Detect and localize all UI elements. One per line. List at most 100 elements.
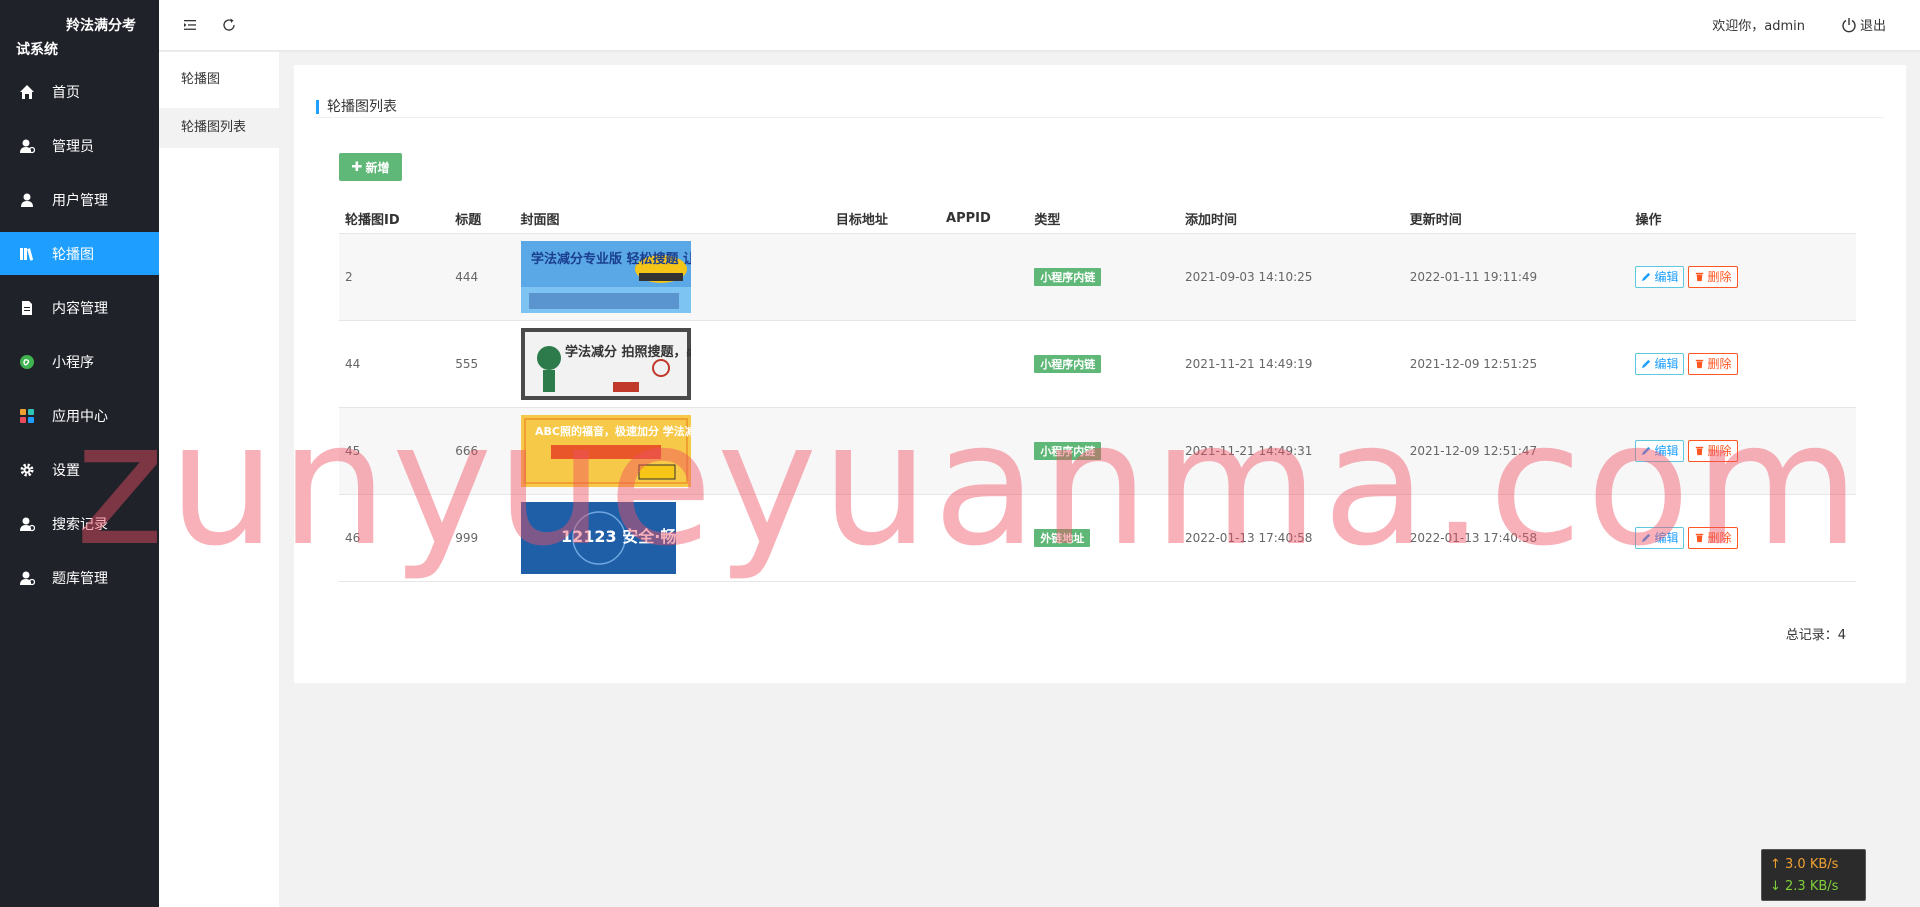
miniprogram-icon (18, 353, 36, 371)
carousel-icon (18, 245, 36, 263)
sidebar-item-apps[interactable]: 应用中心 (0, 394, 159, 437)
cell-updated: 2021-12-09 12:51:47 (1403, 407, 1630, 495)
cell-cover: 学法减分 拍照搜题，必加6分 (514, 320, 830, 408)
download-speed: ↓ 2.3 KB/s (1770, 876, 1857, 898)
type-badge: 外链地址 (1034, 528, 1091, 547)
delete-label: 删除 (1707, 444, 1732, 458)
col-header: 封面图 (514, 205, 830, 234)
cover-text: 学法减分专业版 轻松搜题 让你的驾照满分复活 (531, 251, 691, 267)
sidebar-item-label: 用户管理 (52, 192, 108, 209)
table-row: 46 999 12123 安全·畅通 外链地址 2022-01-13 17:40… (339, 494, 1856, 582)
cover-text: 12123 安全·畅通 (561, 527, 676, 546)
home-icon (18, 83, 36, 101)
col-header: 添加时间 (1178, 205, 1404, 234)
type-badge: 小程序内链 (1034, 267, 1102, 286)
delete-button[interactable]: 删除 (1688, 439, 1738, 462)
brand-line-2: 试系统 (16, 42, 58, 58)
edit-label: 编辑 (1654, 357, 1679, 371)
cell-type: 外链地址 (1028, 494, 1179, 582)
edit-button[interactable]: 编辑 (1635, 265, 1685, 288)
sidebar-item-label: 小程序 (52, 354, 94, 371)
cell-appid (940, 407, 1029, 495)
cell-actions: 编辑 删除 (1629, 233, 1856, 321)
trash-icon (1696, 359, 1704, 369)
cell-target (829, 233, 941, 321)
table-header-row: 轮播图ID 标题 封面图 目标地址 APPID 类型 添加时间 更新时间 操作 (339, 205, 1856, 234)
delete-button[interactable]: 删除 (1688, 265, 1738, 288)
submenu-item-carousel-list[interactable]: 轮播图列表 (159, 108, 279, 148)
sidebar-item-home[interactable]: 首页 (0, 70, 159, 113)
edit-label: 编辑 (1654, 531, 1679, 545)
top-header: 欢迎你，admin 退出 (159, 0, 1920, 51)
pencil-icon (1642, 272, 1651, 282)
sidebar-item-label: 内容管理 (52, 300, 108, 317)
total-records: 总记录：4 (1785, 628, 1846, 643)
user-icon (18, 191, 36, 209)
sidebar-item-label: 应用中心 (52, 408, 108, 425)
logout-button[interactable]: 退出 (1841, 15, 1886, 34)
carousel-table: 轮播图ID 标题 封面图 目标地址 APPID 类型 添加时间 更新时间 操作 … (339, 205, 1856, 582)
delete-button[interactable]: 删除 (1688, 352, 1738, 375)
edit-button[interactable]: 编辑 (1635, 352, 1685, 375)
cell-id: 2 (339, 233, 450, 321)
apps-icon (18, 407, 36, 425)
col-header: 标题 (449, 205, 515, 234)
brand-line-1: 羚法满分考 (66, 18, 136, 34)
add-button-label: 新增 (365, 160, 390, 175)
cell-title: 444 (449, 233, 515, 321)
edit-label: 编辑 (1654, 270, 1679, 284)
sidebar-item-label: 题库管理 (52, 570, 108, 587)
sidebar-item-search-records[interactable]: 搜索记录 (0, 502, 159, 545)
cell-appid (940, 233, 1029, 321)
collapse-menu-icon[interactable] (180, 15, 200, 35)
type-badge: 小程序内链 (1034, 441, 1102, 460)
sidebar-item-admin[interactable]: 管理员 (0, 124, 159, 167)
edit-button[interactable]: 编辑 (1635, 526, 1685, 549)
add-button[interactable]: ✚ 新增 (339, 153, 402, 181)
network-speed-widget: ↑ 3.0 KB/s ↓ 2.3 KB/s (1761, 849, 1866, 901)
cell-updated: 2021-12-09 12:51:25 (1403, 320, 1630, 408)
sidebar-item-settings[interactable]: 设置 (0, 448, 159, 491)
sidebar-item-question-bank[interactable]: 题库管理 (0, 556, 159, 599)
plus-icon: ✚ (351, 159, 363, 175)
trash-icon (1696, 533, 1704, 543)
app-brand: 羚法满分考 试系统 (0, 0, 159, 70)
table-row: 45 666 ABC照的福音，极速加分 学法减分，一次就过 小程序内链 2021… (339, 407, 1856, 495)
cell-target (829, 407, 941, 495)
upload-arrow-icon: ↑ (1770, 857, 1786, 872)
delete-label: 删除 (1707, 531, 1732, 545)
document-icon (18, 299, 36, 317)
edit-button[interactable]: 编辑 (1635, 439, 1685, 462)
sidebar-item-miniprogram[interactable]: 小程序 (0, 340, 159, 383)
cover-image: ABC照的福音，极速加分 学法减分，一次就过 (520, 414, 691, 487)
col-header: 类型 (1028, 205, 1179, 234)
col-header: 轮播图ID (339, 205, 450, 234)
col-header: APPID (940, 205, 1029, 234)
page-title: 轮播图列表 (327, 99, 397, 115)
pencil-icon (1642, 533, 1651, 543)
upload-speed-value: 3.0 KB/s (1785, 857, 1839, 872)
edit-label: 编辑 (1654, 444, 1679, 458)
upload-speed: ↑ 3.0 KB/s (1770, 854, 1857, 876)
gear-icon (18, 461, 36, 479)
cell-appid (940, 320, 1029, 408)
refresh-icon[interactable] (219, 15, 239, 35)
sidebar-item-carousel[interactable]: 轮播图 (0, 232, 159, 275)
submenu-title: 轮播图 (181, 72, 221, 87)
cell-appid (940, 494, 1029, 582)
title-accent-bar (316, 100, 319, 114)
delete-button[interactable]: 删除 (1688, 526, 1738, 549)
cover-image: 学法减分专业版 轻松搜题 让你的驾照满分复活 (520, 240, 691, 313)
power-icon (1842, 17, 1856, 32)
sidebar-item-users[interactable]: 用户管理 (0, 178, 159, 221)
cover-image: 12123 安全·畅通 (520, 501, 676, 574)
cover-image: 学法减分 拍照搜题，必加6分 (520, 327, 691, 400)
cell-actions: 编辑 删除 (1629, 494, 1856, 582)
table-row: 44 555 学法减分 拍照搜题，必加6分 小程序内链 (339, 320, 1856, 408)
welcome-text: 欢迎你，admin (1712, 19, 1805, 34)
cell-title: 666 (449, 407, 515, 495)
sidebar: 羚法满分考 试系统 首页 管理员 用户管理 轮播图 内容管理 小程序 应用中心 … (0, 0, 159, 907)
cell-id: 46 (339, 494, 450, 582)
sidebar-item-content[interactable]: 内容管理 (0, 286, 159, 329)
search-record-icon (18, 515, 36, 533)
